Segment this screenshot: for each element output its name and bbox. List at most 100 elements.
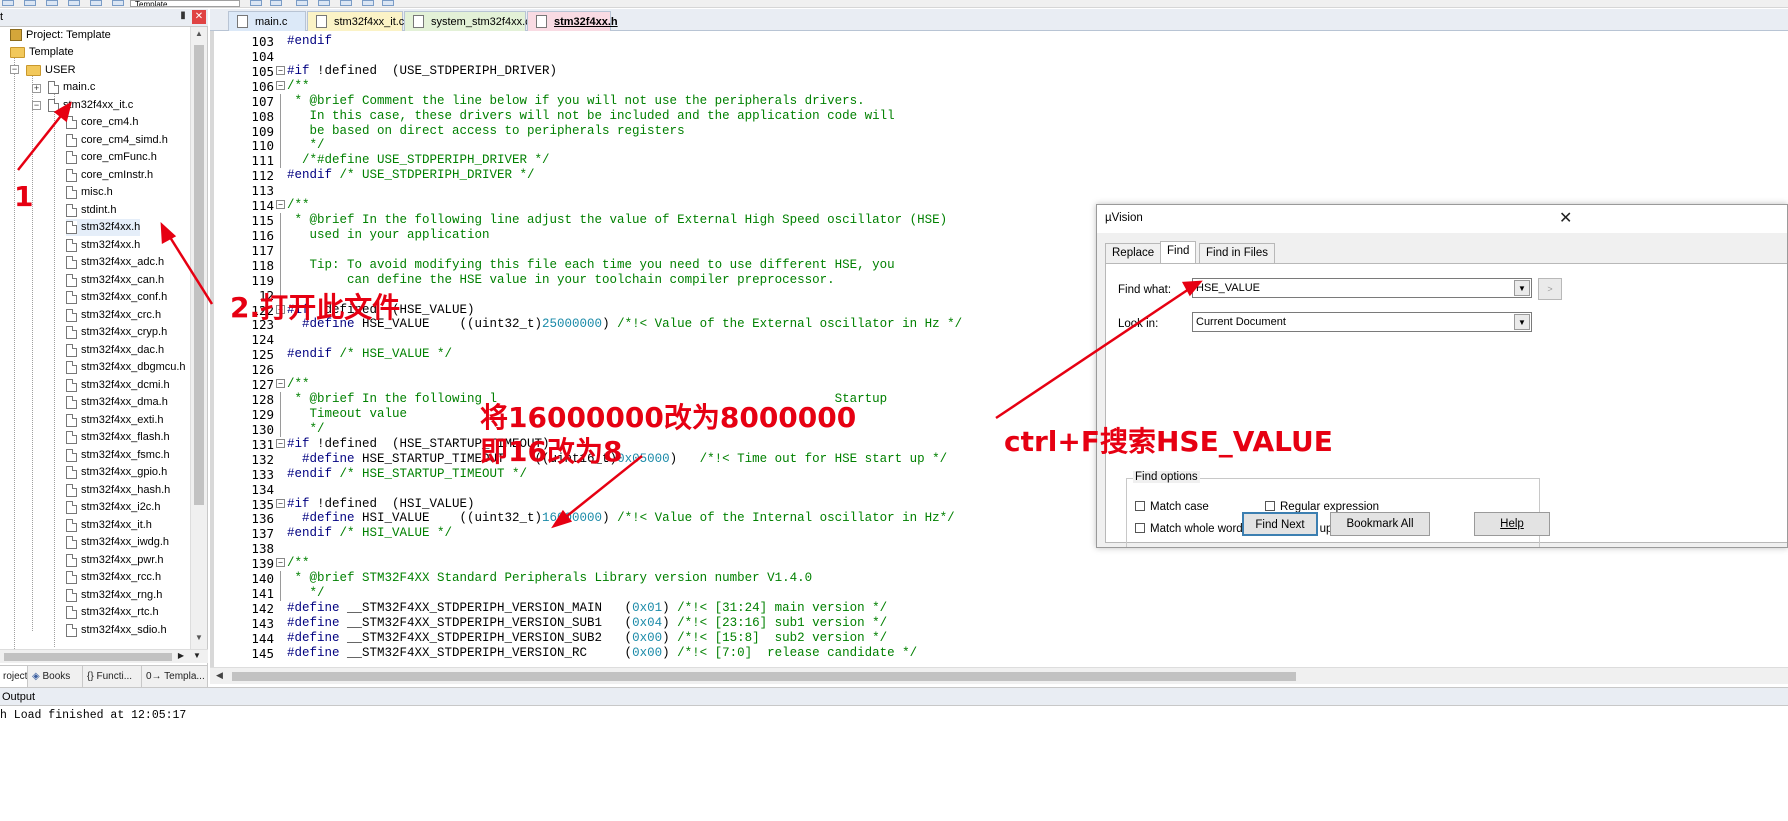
- tree-item[interactable]: stm32f4xx_cryp.h: [66, 324, 167, 341]
- tree-item[interactable]: stm32f4xx_rng.h: [66, 587, 162, 604]
- fold-toggle-icon[interactable]: −: [276, 498, 285, 508]
- tree-item[interactable]: core_cm4.h: [66, 114, 138, 131]
- tree-item[interactable]: stm32f4xx.h: [66, 219, 141, 236]
- checkbox-box[interactable]: [1135, 522, 1145, 533]
- fold-toggle-icon[interactable]: −: [276, 80, 285, 90]
- fold-toggle-icon[interactable]: −: [276, 558, 285, 568]
- tree-item[interactable]: stm32f4xx_sdio.h: [66, 622, 167, 639]
- toolbar-icon[interactable]: [362, 0, 374, 6]
- tab-functions[interactable]: {} Functi...: [84, 666, 142, 688]
- toolbar-icon[interactable]: [250, 0, 262, 6]
- scroll-left-icon[interactable]: ◀: [216, 670, 226, 681]
- tree-item[interactable]: stm32f4xx_iwdg.h: [66, 534, 169, 551]
- tab-stm32f4xx-it-c[interactable]: stm32f4xx_it.c: [307, 11, 404, 31]
- tree-item[interactable]: stm32f4xx_pwr.h: [66, 552, 164, 569]
- code-token: /*!< [23:16] sub1 version */: [677, 615, 888, 630]
- checkbox-box[interactable]: [1135, 500, 1145, 511]
- tree-item[interactable]: stm32f4xx_hash.h: [66, 482, 170, 499]
- tree-expander-icon[interactable]: −: [32, 101, 41, 110]
- toolbar-icon[interactable]: [382, 0, 394, 6]
- scroll-thumb[interactable]: [194, 45, 204, 505]
- tree-item[interactable]: USER: [26, 62, 76, 79]
- scroll-right-icon[interactable]: ▶: [176, 651, 186, 663]
- tab-templates[interactable]: 0→ Templa...: [143, 666, 208, 688]
- bookmark-all-button[interactable]: Bookmark All: [1330, 512, 1430, 536]
- scroll-down-icon[interactable]: ▼: [192, 651, 202, 663]
- tab-books[interactable]: ◈ Books: [29, 666, 83, 688]
- tree-item[interactable]: stm32f4xx_it.h: [66, 517, 152, 534]
- tab-project[interactable]: roject: [0, 666, 28, 688]
- chevron-down-icon[interactable]: ▼: [1514, 280, 1530, 296]
- tab-main-c[interactable]: main.c: [228, 11, 306, 31]
- scroll-thumb[interactable]: [232, 672, 1296, 681]
- tree-item[interactable]: stm32f4xx_dac.h: [66, 342, 164, 359]
- chevron-down-icon[interactable]: ▼: [1514, 314, 1530, 330]
- tree-item[interactable]: stm32f4xx_conf.h: [66, 289, 167, 306]
- toolbar-icon[interactable]: [2, 0, 14, 6]
- look-in-select[interactable]: Current Document ▼: [1192, 312, 1532, 332]
- tree-item[interactable]: core_cmInstr.h: [66, 167, 153, 184]
- tree-item[interactable]: stm32f4xx_crc.h: [66, 307, 161, 324]
- tab-stm32f4xx-h[interactable]: stm32f4xx.h: [527, 11, 618, 31]
- tree-item[interactable]: stm32f4xx_adc.h: [66, 254, 164, 271]
- scroll-thumb[interactable]: [4, 653, 172, 661]
- match-whole-word-checkbox[interactable]: Match whole word: [1135, 522, 1243, 535]
- scroll-down-icon[interactable]: ▼: [194, 633, 204, 645]
- pin-icon[interactable]: ▮: [176, 10, 190, 24]
- code-token: __STM32F4XX_STDPERIPH_VERSION_SUB1 (: [347, 615, 633, 630]
- close-icon[interactable]: ✕: [1559, 208, 1572, 228]
- help-button[interactable]: Help: [1474, 512, 1550, 536]
- tree-item[interactable]: stm32f4xx_i2c.h: [66, 499, 160, 516]
- tree-item[interactable]: stdint.h: [66, 202, 116, 219]
- tree-horizontal-scrollbar[interactable]: ▶ ▼: [0, 649, 208, 663]
- tree-item[interactable]: stm32f4xx_gpio.h: [66, 464, 167, 481]
- tree-item[interactable]: stm32f4xx_exti.h: [66, 412, 164, 429]
- fold-toggle-icon[interactable]: −: [276, 438, 285, 448]
- toolbar-icon[interactable]: [318, 0, 330, 6]
- fold-toggle-icon[interactable]: −: [276, 65, 285, 75]
- target-combo[interactable]: Template: [130, 0, 240, 7]
- toolbar-icon[interactable]: [296, 0, 308, 6]
- tree-item[interactable]: stm32f4xx_dma.h: [66, 394, 168, 411]
- expression-menu-button[interactable]: >: [1538, 278, 1562, 300]
- tree-item[interactable]: stm32f4xx_rcc.h: [66, 569, 161, 586]
- tree-expander-icon[interactable]: +: [32, 84, 41, 93]
- toolbar-icon[interactable]: [24, 0, 36, 6]
- tree-item[interactable]: stm32f4xx.h: [66, 237, 140, 254]
- toolbar-icon[interactable]: [46, 0, 58, 6]
- close-icon[interactable]: ✕: [192, 10, 206, 24]
- tree-item[interactable]: main.c: [48, 79, 95, 96]
- tree-vertical-scrollbar[interactable]: ▲ ▼: [190, 27, 207, 649]
- tab-find[interactable]: Find: [1160, 241, 1197, 264]
- scroll-up-icon[interactable]: ▲: [194, 29, 204, 41]
- tree-item[interactable]: stm32f4xx_dcmi.h: [66, 377, 170, 394]
- fold-toggle-icon[interactable]: −: [276, 379, 285, 389]
- tree-item[interactable]: stm32f4xx_flash.h: [66, 429, 170, 446]
- tree-item[interactable]: stm32f4xx_rtc.h: [66, 604, 159, 621]
- tree-item[interactable]: Template: [10, 44, 74, 61]
- tree-expander-icon[interactable]: −: [10, 65, 19, 74]
- tree-item[interactable]: stm32f4xx_it.c: [48, 97, 133, 114]
- tree-item[interactable]: misc.h: [66, 184, 113, 201]
- fold-toggle-icon[interactable]: −: [276, 200, 285, 210]
- toolbar-icon[interactable]: [112, 0, 124, 6]
- tree-item[interactable]: stm32f4xx_dbgmcu.h: [66, 359, 186, 376]
- tab-find-in-files[interactable]: Find in Files: [1199, 243, 1275, 263]
- find-next-button[interactable]: Find Next: [1242, 512, 1318, 536]
- code-line: 139−/**: [210, 556, 1788, 571]
- find-what-input[interactable]: HSE_VALUE ▼: [1192, 278, 1532, 298]
- toolbar-icon[interactable]: [90, 0, 102, 6]
- match-case-checkbox[interactable]: Match case: [1135, 500, 1209, 513]
- toolbar-icon[interactable]: [340, 0, 352, 6]
- tree-item[interactable]: core_cmFunc.h: [66, 149, 157, 166]
- checkbox-box[interactable]: [1265, 500, 1275, 511]
- toolbar-icon[interactable]: [68, 0, 80, 6]
- tree-item[interactable]: stm32f4xx_can.h: [66, 272, 164, 289]
- toolbar-icon[interactable]: [270, 0, 282, 6]
- tree-item[interactable]: stm32f4xx_fsmc.h: [66, 447, 170, 464]
- tab-system-stm32f4xx-c[interactable]: system_stm32f4xx.c: [404, 11, 531, 31]
- editor-horizontal-scrollbar[interactable]: ◀: [210, 667, 1788, 684]
- tree-item[interactable]: core_cm4_simd.h: [66, 132, 168, 149]
- tree-item[interactable]: Project: Template: [10, 27, 111, 44]
- tab-replace[interactable]: Replace: [1105, 243, 1162, 263]
